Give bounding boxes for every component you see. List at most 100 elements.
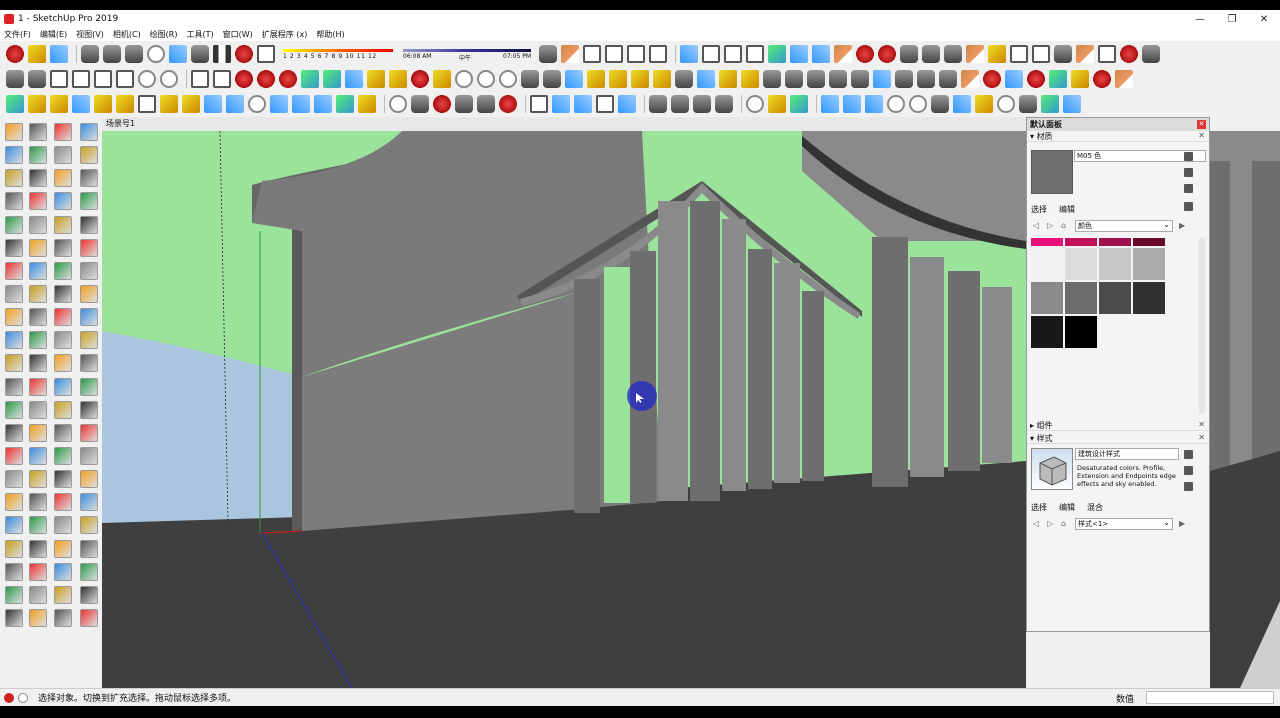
left-tool-1-7-icon[interactable] <box>5 261 23 280</box>
paint-bucket-icon[interactable] <box>975 94 993 113</box>
swatch-11[interactable] <box>1099 282 1131 314</box>
left-tool-2-15-icon[interactable] <box>29 446 47 465</box>
dimension-icon[interactable] <box>499 69 517 88</box>
shaded-icon[interactable] <box>746 44 764 63</box>
left-tool-4-5-icon[interactable] <box>80 215 98 234</box>
left-tool-2-7-icon[interactable] <box>29 261 47 280</box>
section-plane-icon[interactable] <box>719 69 737 88</box>
box-orange-icon[interactable] <box>94 94 112 113</box>
left-tool-3-4-icon[interactable] <box>54 192 72 211</box>
style-name-field[interactable]: 建筑设计样式 <box>1075 448 1179 460</box>
materials-tab-edit[interactable]: 编辑 <box>1059 204 1075 215</box>
minimize-button[interactable]: — <box>1184 10 1216 28</box>
forward-arrow-icon[interactable]: ▷ <box>1047 520 1055 528</box>
hidden-line-icon[interactable] <box>724 44 742 63</box>
left-tool-3-7-icon[interactable] <box>54 261 72 280</box>
left-tool-4-3-icon[interactable] <box>80 169 98 188</box>
swatch-2[interactable] <box>1065 238 1097 246</box>
plugin-d-icon[interactable] <box>1054 44 1072 63</box>
line-icon[interactable] <box>521 69 539 88</box>
curve-red-icon[interactable] <box>433 94 451 113</box>
cube-icon[interactable] <box>94 69 112 88</box>
left-tool-2-13-icon[interactable] <box>29 400 47 419</box>
color-grid-icon[interactable] <box>301 69 319 88</box>
left-tool-3-3-icon[interactable] <box>54 169 72 188</box>
smoove-icon[interactable] <box>922 44 940 63</box>
cursor-blue-icon[interactable] <box>821 94 839 113</box>
left-tool-1-9-icon[interactable] <box>5 308 23 327</box>
swatch-3[interactable] <box>1099 238 1131 246</box>
cube-yellow-2-icon[interactable] <box>182 94 200 113</box>
left-tool-3-13-icon[interactable] <box>54 400 72 419</box>
scatter-icon[interactable] <box>477 94 495 113</box>
shapes-icon[interactable] <box>768 94 786 113</box>
styles-tab-select[interactable]: 选择 <box>1031 502 1047 513</box>
drape-icon[interactable] <box>878 44 896 63</box>
components-close-icon[interactable]: ✕ <box>1198 420 1205 429</box>
current-material-swatch[interactable] <box>1031 150 1073 194</box>
left-tool-2-11-icon[interactable] <box>29 354 47 373</box>
back-arrow-icon[interactable]: ◁ <box>1033 222 1041 230</box>
left-tool-1-5-icon[interactable] <box>5 215 23 234</box>
export-icon[interactable] <box>367 69 385 88</box>
back-arrow-icon[interactable]: ◁ <box>1033 520 1041 528</box>
follow-me-icon[interactable] <box>631 69 649 88</box>
zoom-window-icon[interactable] <box>829 69 847 88</box>
clock-icon[interactable] <box>248 94 266 113</box>
left-view-icon[interactable] <box>649 44 667 63</box>
left-tool-3-5-icon[interactable] <box>54 215 72 234</box>
left-tool-2-2-icon[interactable] <box>29 146 47 165</box>
close-button[interactable]: ✕ <box>1248 10 1280 28</box>
left-tool-4-4-icon[interactable] <box>80 192 98 211</box>
menu-window[interactable]: 窗口(W) <box>223 29 253 40</box>
left-tool-1-18-icon[interactable] <box>5 516 23 535</box>
roof-2-icon[interactable] <box>574 94 592 113</box>
tag-icon[interactable] <box>358 94 376 113</box>
left-tool-2-9-icon[interactable] <box>29 308 47 327</box>
scissors-icon[interactable] <box>675 69 693 88</box>
left-tool-4-16-icon[interactable] <box>80 470 98 489</box>
swatch-4[interactable] <box>1133 238 1165 246</box>
erase-icon[interactable] <box>147 44 165 63</box>
menu-edit[interactable]: 编辑(E) <box>40 29 67 40</box>
gear-red-icon[interactable] <box>411 69 429 88</box>
footprints-icon[interactable] <box>939 69 957 88</box>
shadow-toggle-icon[interactable] <box>257 44 275 63</box>
left-tool-1-16-icon[interactable] <box>5 470 23 489</box>
model-info-icon[interactable] <box>235 44 253 63</box>
time-slider[interactable]: 06:08 AM 中午 07:05 PM <box>403 47 531 62</box>
box-orange-2-icon[interactable] <box>116 94 134 113</box>
grid-blue-icon[interactable] <box>226 94 244 113</box>
left-tool-3-18-icon[interactable] <box>54 516 72 535</box>
compass-icon[interactable] <box>455 69 473 88</box>
left-tool-3-14-icon[interactable] <box>54 423 72 442</box>
left-tool-2-19-icon[interactable] <box>29 539 47 558</box>
menu-view[interactable]: 视图(V) <box>76 29 104 40</box>
terrain-icon[interactable] <box>856 44 874 63</box>
left-tool-2-12-icon[interactable] <box>29 377 47 396</box>
feather-icon[interactable] <box>1019 94 1037 113</box>
left-tool-1-19-icon[interactable] <box>5 539 23 558</box>
plugin-h-icon[interactable] <box>1142 44 1160 63</box>
swatch-scrollbar[interactable] <box>1199 238 1205 414</box>
cursor-blue-2-icon[interactable] <box>843 94 861 113</box>
materials-close-icon[interactable]: ✕ <box>1198 131 1205 140</box>
create-material-icon[interactable] <box>1184 168 1193 177</box>
left-tool-1-1-icon[interactable] <box>5 123 23 141</box>
sandbox-icon[interactable] <box>834 44 852 63</box>
leaf-icon[interactable] <box>790 94 808 113</box>
left-tool-3-2-icon[interactable] <box>54 146 72 165</box>
components-header[interactable]: ▸ 组件 ✕ <box>1027 420 1209 431</box>
left-tool-3-1-icon[interactable] <box>54 123 72 141</box>
maximize-button[interactable]: ❐ <box>1216 10 1248 28</box>
plugin-b-icon[interactable] <box>1010 44 1028 63</box>
materials-header[interactable]: ▾ 材质 ✕ <box>1027 131 1209 142</box>
left-tool-1-22-icon[interactable] <box>5 608 23 627</box>
left-tool-1-4-icon[interactable] <box>5 192 23 211</box>
arrow-tool-4-icon[interactable] <box>1027 69 1045 88</box>
curve-tool-icon[interactable] <box>997 94 1015 113</box>
diagonal-3-icon[interactable] <box>693 94 711 113</box>
arrow-tool-8-icon[interactable] <box>1115 69 1133 88</box>
stamp-icon[interactable] <box>900 44 918 63</box>
spline-icon[interactable] <box>455 94 473 113</box>
